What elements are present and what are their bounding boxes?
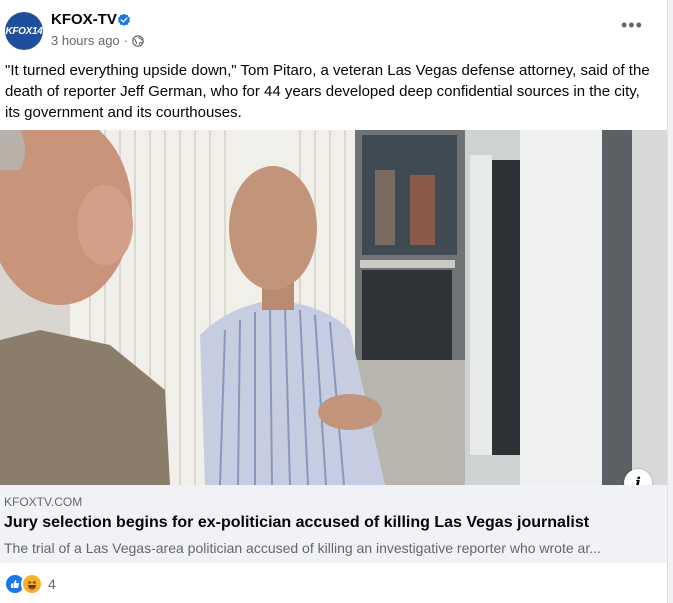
more-options-button[interactable]: •••: [621, 16, 643, 34]
page-name-link[interactable]: KFOX-TV: [51, 11, 117, 28]
reaction-count[interactable]: 4: [48, 576, 56, 592]
avatar-logo-text: KFOX14: [5, 25, 43, 37]
haha-icon: [21, 573, 43, 595]
link-headline[interactable]: Jury selection begins for ex-politician …: [4, 514, 589, 532]
page-avatar[interactable]: KFOX14: [5, 12, 43, 50]
post-text: "It turned everything upside down," Tom …: [5, 62, 650, 121]
post-header: KFOX14 KFOX-TV 3 hours ago · •••: [0, 0, 667, 56]
post-meta: 3 hours ago ·: [51, 33, 144, 48]
verified-badge-icon: [118, 13, 130, 26]
link-preview-photo[interactable]: [0, 130, 667, 485]
post-timestamp[interactable]: 3 hours ago: [51, 33, 120, 48]
meta-separator: ·: [123, 33, 129, 48]
post-card: KFOX14 KFOX-TV 3 hours ago · ••• "It tur…: [0, 0, 668, 603]
globe-icon: [132, 34, 144, 47]
reactions-summary[interactable]: 4: [4, 572, 56, 596]
link-domain: KFOXTV.COM: [4, 495, 83, 509]
link-description: The trial of a Las Vegas-area politician…: [4, 540, 601, 556]
